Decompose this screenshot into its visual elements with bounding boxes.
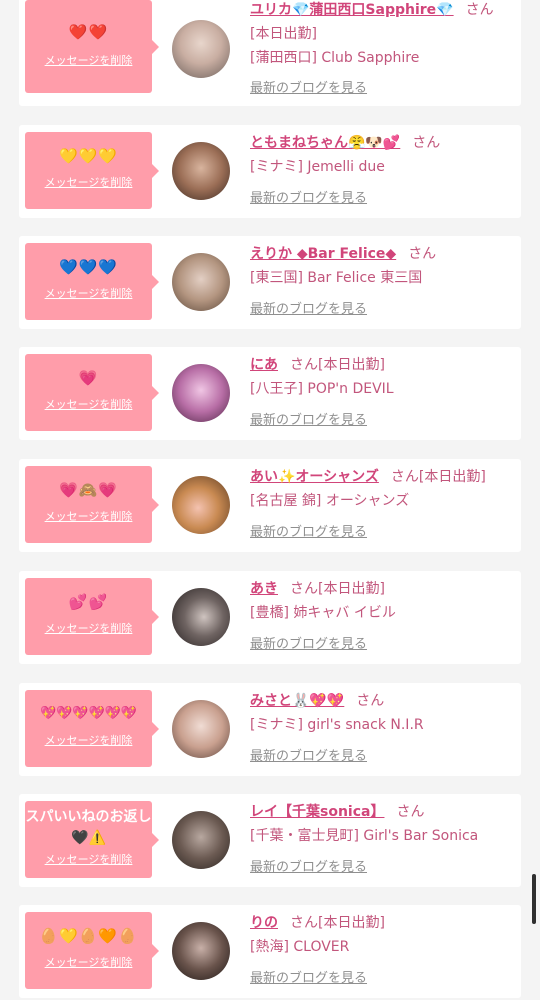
message-text: スパいいねのお返し🖤⚠️ — [25, 809, 152, 846]
profile-name-link[interactable]: えりか ◆Bar Felice◆ — [250, 246, 396, 262]
message-bubble: 💗🙈💗 メッセージを削除 — [25, 466, 159, 543]
latest-blog-link[interactable]: 最新のブログを見る — [250, 301, 367, 319]
avatar[interactable] — [172, 20, 230, 78]
profile-info: にあ さん[本日出勤] [八王子] POP'n DEVIL — [250, 355, 513, 399]
message-text: 💙💙💙 — [58, 258, 119, 276]
profile-info: あい✨オーシャンズ さん[本日出勤] [名古屋 錦] オーシャンズ — [250, 467, 513, 511]
honorific-label: さん — [408, 246, 437, 262]
message-text: 🥚💛🥚🧡🥚 — [39, 927, 138, 945]
profile-info: りの さん[本日出勤] [熱海] CLOVER — [250, 913, 513, 957]
message-card: 💛💛💛 メッセージを削除 ともまねちゃん😤🐶💕 さん [ミナミ] Jemelli … — [19, 125, 521, 218]
delete-message-link[interactable]: メッセージを削除 — [25, 398, 152, 412]
latest-blog-link[interactable]: 最新のブログを見る — [250, 524, 367, 542]
profile-info: みさと🐰💖💖 さん [ミナミ] girl's snack N.I.R — [250, 691, 513, 735]
today-tag: [本日出勤] — [318, 581, 385, 597]
message-bubble: 💕💕 メッセージを削除 — [25, 578, 159, 655]
profile-name-link[interactable]: りの — [250, 915, 278, 931]
message-text: 💗 — [78, 369, 99, 387]
message-text: 💗🙈💗 — [58, 481, 119, 499]
avatar[interactable] — [172, 811, 230, 869]
profile-info: あき さん[本日出勤] [豊橋] 姉キャバ イビル — [250, 579, 513, 623]
message-card: ❤️❤️ メッセージを削除 ユリカ💎蒲田西口Sapphire💎 さん [本日出勤]… — [19, 0, 521, 106]
delete-message-link[interactable]: メッセージを削除 — [25, 54, 152, 68]
message-bubble: 💗 メッセージを削除 — [25, 354, 159, 431]
profile-info: レイ【千葉sonica】 さん [千葉・富士見町] Girl's Bar Soni… — [250, 802, 513, 846]
latest-blog-link[interactable]: 最新のブログを見る — [250, 412, 367, 430]
store-label: [豊橋] 姉キャバ イビル — [250, 605, 396, 621]
avatar[interactable] — [172, 922, 230, 980]
message-card: 💖💖💖💖💖💖 メッセージを削除 みさと🐰💖💖 さん [ミナミ] girl's sn… — [19, 683, 521, 776]
honorific-label: さん — [290, 581, 318, 597]
message-bubble: スパいいねのお返し🖤⚠️ メッセージを削除 — [25, 801, 159, 878]
today-tag: [本日出勤] — [418, 469, 486, 485]
profile-name-link[interactable]: あき — [250, 581, 278, 597]
message-card: 💙💙💙 メッセージを削除 えりか ◆Bar Felice◆ さん [東三国] Ba… — [19, 236, 521, 329]
today-tag: [本日出勤] — [318, 357, 385, 373]
store-label: [千葉・富士見町] Girl's Bar Sonica — [250, 828, 479, 844]
delete-message-link[interactable]: メッセージを削除 — [25, 956, 152, 970]
latest-blog-link[interactable]: 最新のブログを見る — [250, 636, 367, 654]
profile-info: ユリカ💎蒲田西口Sapphire💎 さん [本日出勤] [蒲田西口] Club S… — [250, 0, 513, 68]
profile-info: ともまねちゃん😤🐶💕 さん [ミナミ] Jemelli due — [250, 133, 513, 177]
honorific-label: さん — [390, 469, 419, 485]
profile-name-link[interactable]: あい✨オーシャンズ — [250, 469, 379, 485]
avatar[interactable] — [172, 476, 230, 534]
avatar[interactable] — [172, 142, 230, 200]
store-label: [ミナミ] Jemelli due — [250, 159, 385, 175]
scrollbar[interactable] — [532, 874, 536, 924]
message-bubble: 💙💙💙 メッセージを削除 — [25, 243, 159, 320]
honorific-label: さん — [412, 135, 441, 151]
message-bubble: ❤️❤️ メッセージを削除 — [25, 0, 159, 93]
profile-name-link[interactable]: レイ【千葉sonica】 — [250, 804, 384, 820]
message-card: 💗 メッセージを削除 にあ さん[本日出勤] [八王子] POP'n DEVIL … — [19, 347, 521, 440]
honorific-label: さん — [290, 357, 318, 373]
delete-message-link[interactable]: メッセージを削除 — [25, 176, 152, 190]
message-card: 💗🙈💗 メッセージを削除 あい✨オーシャンズ さん[本日出勤] [名古屋 錦] オ… — [19, 459, 521, 552]
delete-message-link[interactable]: メッセージを削除 — [25, 853, 152, 867]
latest-blog-link[interactable]: 最新のブログを見る — [250, 970, 367, 988]
store-label: [東三国] Bar Felice 東三国 — [250, 270, 423, 286]
store-label: [ミナミ] girl's snack N.I.R — [250, 717, 424, 733]
delete-message-link[interactable]: メッセージを削除 — [25, 510, 152, 524]
avatar[interactable] — [172, 364, 230, 422]
delete-message-link[interactable]: メッセージを削除 — [25, 734, 152, 748]
honorific-label: さん — [396, 804, 425, 820]
message-card: 🥚💛🥚🧡🥚 メッセージを削除 りの さん[本日出勤] [熱海] CLOVER 最新… — [19, 905, 521, 998]
store-label: [熱海] CLOVER — [250, 939, 350, 955]
message-bubble: 💛💛💛 メッセージを削除 — [25, 132, 159, 209]
message-text: 💛💛💛 — [58, 147, 119, 165]
avatar[interactable] — [172, 700, 230, 758]
latest-blog-link[interactable]: 最新のブログを見る — [250, 190, 367, 208]
today-tag: [本日出勤] — [318, 915, 385, 931]
store-label: [八王子] POP'n DEVIL — [250, 381, 394, 397]
delete-message-link[interactable]: メッセージを削除 — [25, 287, 152, 301]
store-label: [名古屋 錦] オーシャンズ — [250, 493, 410, 509]
message-bubble: 🥚💛🥚🧡🥚 メッセージを削除 — [25, 912, 159, 989]
honorific-label: さん — [465, 2, 494, 18]
latest-blog-link[interactable]: 最新のブログを見る — [250, 748, 367, 766]
profile-name-link[interactable]: みさと🐰💖💖 — [250, 693, 344, 709]
message-text: 💖💖💖💖💖💖 — [39, 706, 138, 721]
message-text: ❤️❤️ — [68, 23, 109, 41]
latest-blog-link[interactable]: 最新のブログを見る — [250, 80, 367, 98]
store-label: [蒲田西口] Club Sapphire — [250, 50, 420, 66]
profile-info: えりか ◆Bar Felice◆ さん [東三国] Bar Felice 東三国 — [250, 244, 513, 288]
delete-message-link[interactable]: メッセージを削除 — [25, 622, 152, 636]
avatar[interactable] — [172, 253, 230, 311]
message-text: 💕💕 — [68, 593, 109, 611]
avatar[interactable] — [172, 588, 230, 646]
message-card: 💕💕 メッセージを削除 あき さん[本日出勤] [豊橋] 姉キャバ イビル 最新の… — [19, 571, 521, 664]
honorific-label: さん — [290, 915, 318, 931]
profile-name-link[interactable]: ユリカ💎蒲田西口Sapphire💎 — [250, 2, 454, 18]
profile-name-link[interactable]: にあ — [250, 357, 278, 373]
honorific-label: さん — [356, 693, 385, 709]
today-tag: [本日出勤] — [250, 26, 317, 42]
message-bubble: 💖💖💖💖💖💖 メッセージを削除 — [25, 690, 159, 767]
profile-name-link[interactable]: ともまねちゃん😤🐶💕 — [250, 135, 400, 151]
latest-blog-link[interactable]: 最新のブログを見る — [250, 859, 367, 877]
message-card: スパいいねのお返し🖤⚠️ メッセージを削除 レイ【千葉sonica】 さん [千葉… — [19, 794, 521, 887]
